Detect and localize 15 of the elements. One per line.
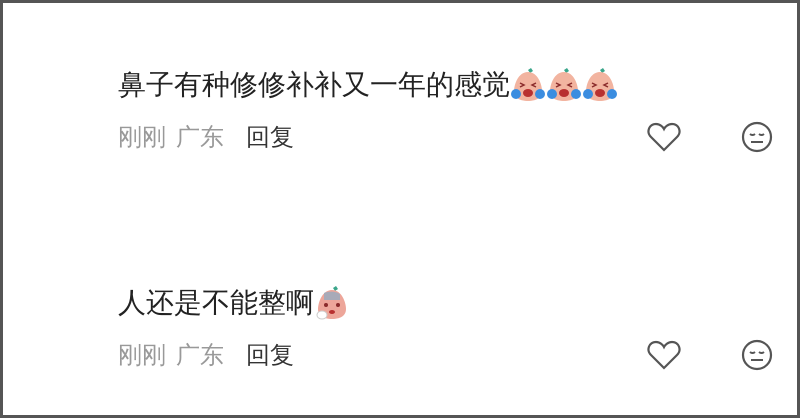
neutral-face-icon[interactable] [741,121,773,153]
reply-button[interactable]: 回复 [246,119,294,155]
heart-icon[interactable] [647,340,681,370]
crying-face-icon [582,67,618,103]
neutral-face-icon[interactable] [741,339,773,371]
crying-face-icon [510,67,546,103]
comment-time: 刚刚 [118,340,166,371]
comment-location: 广东 [176,340,224,371]
comment-text: 人还是不能整啊 [118,285,314,321]
comment-location: 广东 [176,122,224,153]
heart-icon[interactable] [647,122,681,152]
crying-face-icon [546,67,582,103]
comment-text: 鼻子有种修修补补又一年的感觉 [118,67,510,103]
reply-button[interactable]: 回复 [246,337,294,373]
comment-time: 刚刚 [118,122,166,153]
